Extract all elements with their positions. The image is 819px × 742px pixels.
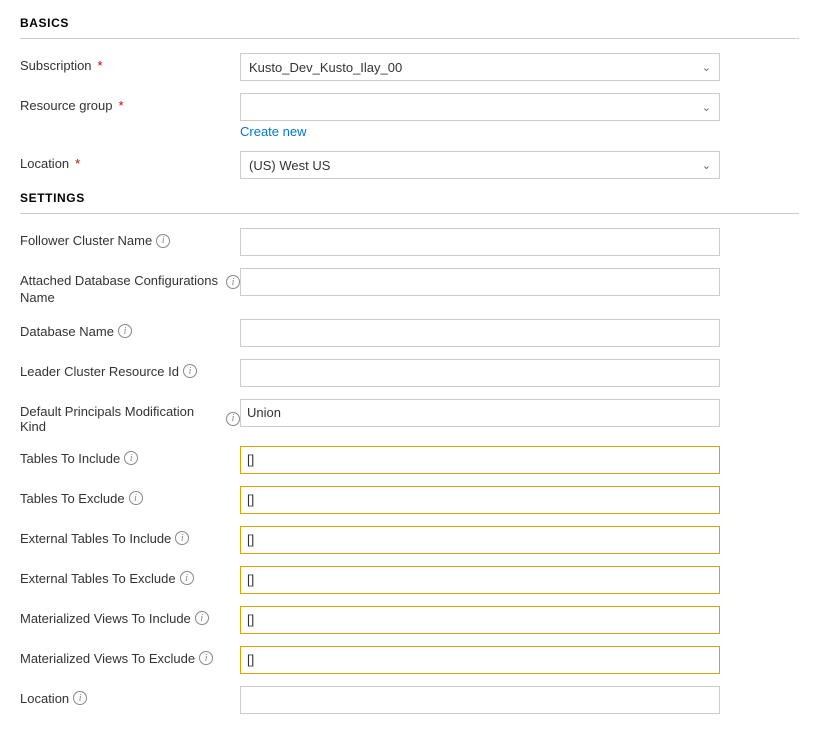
- location-basics-dropdown-arrow: ⌄: [702, 159, 711, 172]
- attached-db-config-name-control: [240, 268, 799, 296]
- materialized-views-to-include-row: Materialized Views To Include i: [20, 606, 799, 634]
- resource-group-row: Resource group * ⌄ Create new: [20, 93, 799, 139]
- resource-group-label: Resource group *: [20, 93, 240, 113]
- default-principals-modification-kind-label: Default Principals Modification Kind i: [20, 399, 240, 434]
- location-basics-dropdown[interactable]: (US) West US ⌄: [240, 151, 720, 179]
- materialized-views-to-include-input[interactable]: [240, 606, 720, 634]
- external-tables-to-exclude-info-icon[interactable]: i: [180, 571, 194, 585]
- database-name-label: Database Name i: [20, 319, 240, 339]
- tables-to-exclude-input[interactable]: [240, 486, 720, 514]
- follower-cluster-name-row: Follower Cluster Name i: [20, 228, 799, 256]
- settings-section: SETTINGS Follower Cluster Name i Attache…: [20, 191, 799, 714]
- create-new-link[interactable]: Create new: [240, 124, 799, 139]
- default-principals-modification-kind-row: Default Principals Modification Kind i: [20, 399, 799, 434]
- leader-cluster-resource-id-label: Leader Cluster Resource Id i: [20, 359, 240, 379]
- basics-section: BASICS Subscription * Kusto_Dev_Kusto_Il…: [20, 16, 799, 179]
- tables-to-exclude-row: Tables To Exclude i: [20, 486, 799, 514]
- resource-group-dropdown[interactable]: ⌄: [240, 93, 720, 121]
- external-tables-to-exclude-control: [240, 566, 799, 594]
- location-basics-label: Location *: [20, 151, 240, 171]
- resource-group-required: *: [119, 98, 124, 113]
- materialized-views-to-include-control: [240, 606, 799, 634]
- materialized-views-to-exclude-input[interactable]: [240, 646, 720, 674]
- external-tables-to-include-control: [240, 526, 799, 554]
- database-name-input[interactable]: [240, 319, 720, 347]
- default-principals-modification-kind-control: [240, 399, 799, 427]
- subscription-value: Kusto_Dev_Kusto_Ilay_00: [249, 60, 402, 75]
- follower-cluster-name-label: Follower Cluster Name i: [20, 228, 240, 248]
- follower-cluster-name-control: [240, 228, 799, 256]
- attached-db-config-name-label: Attached Database Configurations Name i: [20, 268, 240, 307]
- location-settings-input[interactable]: [240, 686, 720, 714]
- settings-title: SETTINGS: [20, 191, 799, 205]
- location-required: *: [75, 156, 80, 171]
- subscription-control: Kusto_Dev_Kusto_Ilay_00 ⌄: [240, 53, 799, 81]
- leader-cluster-resource-id-info-icon[interactable]: i: [183, 364, 197, 378]
- tables-to-exclude-control: [240, 486, 799, 514]
- tables-to-exclude-label: Tables To Exclude i: [20, 486, 240, 506]
- leader-cluster-resource-id-input[interactable]: [240, 359, 720, 387]
- location-basics-control: (US) West US ⌄: [240, 151, 799, 179]
- external-tables-to-include-label: External Tables To Include i: [20, 526, 240, 546]
- materialized-views-to-exclude-control: [240, 646, 799, 674]
- subscription-required: *: [98, 58, 103, 73]
- subscription-dropdown[interactable]: Kusto_Dev_Kusto_Ilay_00 ⌄: [240, 53, 720, 81]
- external-tables-to-exclude-input[interactable]: [240, 566, 720, 594]
- database-name-row: Database Name i: [20, 319, 799, 347]
- follower-cluster-name-info-icon[interactable]: i: [156, 234, 170, 248]
- tables-to-include-input[interactable]: [240, 446, 720, 474]
- tables-to-include-info-icon[interactable]: i: [124, 451, 138, 465]
- materialized-views-to-include-label: Materialized Views To Include i: [20, 606, 240, 626]
- leader-cluster-resource-id-control: [240, 359, 799, 387]
- tables-to-include-control: [240, 446, 799, 474]
- location-settings-control: [240, 686, 799, 714]
- location-settings-row: Location i: [20, 686, 799, 714]
- subscription-dropdown-arrow: ⌄: [702, 61, 711, 74]
- leader-cluster-resource-id-row: Leader Cluster Resource Id i: [20, 359, 799, 387]
- external-tables-to-include-row: External Tables To Include i: [20, 526, 799, 554]
- location-settings-info-icon[interactable]: i: [73, 691, 87, 705]
- resource-group-dropdown-arrow: ⌄: [702, 101, 711, 114]
- subscription-row: Subscription * Kusto_Dev_Kusto_Ilay_00 ⌄: [20, 53, 799, 81]
- materialized-views-to-exclude-row: Materialized Views To Exclude i: [20, 646, 799, 674]
- follower-cluster-name-input[interactable]: [240, 228, 720, 256]
- database-name-control: [240, 319, 799, 347]
- materialized-views-to-exclude-label: Materialized Views To Exclude i: [20, 646, 240, 666]
- location-basics-value: (US) West US: [249, 158, 330, 173]
- materialized-views-to-exclude-info-icon[interactable]: i: [199, 651, 213, 665]
- location-settings-label: Location i: [20, 686, 240, 706]
- basics-title: BASICS: [20, 16, 799, 30]
- tables-to-exclude-info-icon[interactable]: i: [129, 491, 143, 505]
- external-tables-to-exclude-row: External Tables To Exclude i: [20, 566, 799, 594]
- external-tables-to-include-info-icon[interactable]: i: [175, 531, 189, 545]
- attached-db-config-name-input[interactable]: [240, 268, 720, 296]
- external-tables-to-include-input[interactable]: [240, 526, 720, 554]
- tables-to-include-row: Tables To Include i: [20, 446, 799, 474]
- location-basics-row: Location * (US) West US ⌄: [20, 151, 799, 179]
- attached-db-config-name-info-icon[interactable]: i: [226, 275, 240, 289]
- subscription-label: Subscription *: [20, 53, 240, 73]
- materialized-views-to-include-info-icon[interactable]: i: [195, 611, 209, 625]
- default-principals-modification-kind-input[interactable]: [240, 399, 720, 427]
- resource-group-control: ⌄ Create new: [240, 93, 799, 139]
- attached-db-config-name-row: Attached Database Configurations Name i: [20, 268, 799, 307]
- external-tables-to-exclude-label: External Tables To Exclude i: [20, 566, 240, 586]
- database-name-info-icon[interactable]: i: [118, 324, 132, 338]
- default-principals-modification-kind-info-icon[interactable]: i: [226, 412, 240, 426]
- tables-to-include-label: Tables To Include i: [20, 446, 240, 466]
